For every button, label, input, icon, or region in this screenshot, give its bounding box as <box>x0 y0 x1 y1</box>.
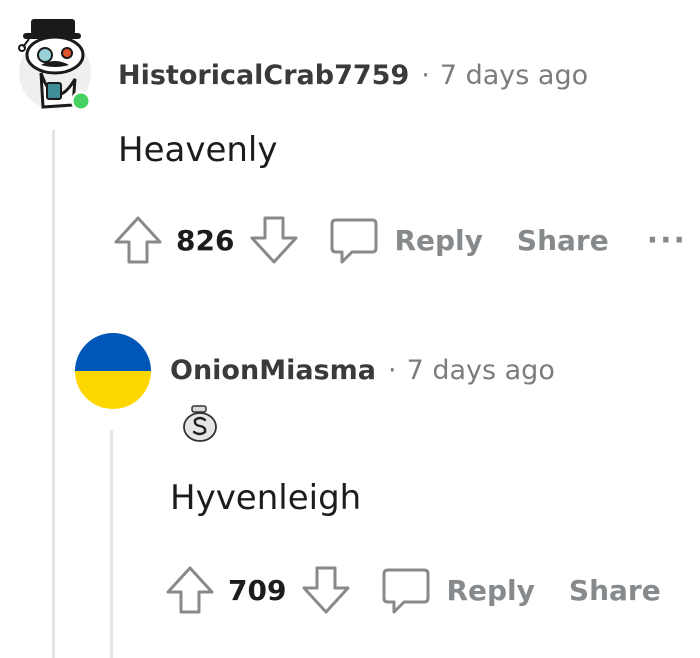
upvote-arrow-icon <box>166 566 214 614</box>
comment-bubble-icon <box>382 568 430 614</box>
downvote-button[interactable] <box>248 214 300 266</box>
separator-dot: · <box>387 355 397 386</box>
vote-score: 709 <box>228 573 287 607</box>
upvote-arrow-icon <box>114 216 162 264</box>
timestamp[interactable]: 7 days ago <box>407 355 555 386</box>
snoo-avatar-icon <box>18 19 91 111</box>
timestamp[interactable]: 7 days ago <box>440 60 588 91</box>
username[interactable]: HistoricalCrab7759 <box>118 60 409 91</box>
vote-score: 826 <box>176 223 235 257</box>
downvote-arrow-icon <box>250 216 298 264</box>
separator-dot: · <box>421 60 430 91</box>
upvote-button[interactable] <box>112 214 164 266</box>
comment-bubble-icon <box>330 218 378 264</box>
username[interactable]: OnionMiasma <box>170 355 376 386</box>
comment-meta: HistoricalCrab7759 · 7 days ago <box>118 60 588 91</box>
thread-line-primary[interactable] <box>52 130 55 658</box>
comment-actions: 709 Reply Share <box>164 562 661 618</box>
avatar[interactable] <box>17 17 95 112</box>
money-bag-icon <box>183 405 217 442</box>
upvote-button[interactable] <box>164 564 216 616</box>
online-status-icon <box>73 93 89 109</box>
reply-button[interactable]: Reply <box>380 564 535 616</box>
share-button[interactable]: Share <box>569 574 661 607</box>
reply-label: Reply <box>446 573 535 607</box>
comment-body: Hyvenleigh <box>170 478 362 518</box>
share-button[interactable]: Share <box>517 224 609 257</box>
ukraine-flag-avatar-icon <box>75 333 151 409</box>
comment-body: Heavenly <box>118 130 278 170</box>
downvote-button[interactable] <box>300 564 352 616</box>
more-options-button[interactable]: ··· <box>647 223 687 258</box>
avatar[interactable] <box>74 332 152 410</box>
user-flair <box>180 404 220 444</box>
comment-meta: OnionMiasma · 7 days ago <box>170 355 555 386</box>
thread-line-reply[interactable] <box>110 430 113 658</box>
reply-button[interactable]: Reply <box>328 214 483 266</box>
comment-actions: 826 Reply Share ··· <box>112 212 687 268</box>
downvote-arrow-icon <box>302 566 350 614</box>
reply-label: Reply <box>394 223 483 257</box>
